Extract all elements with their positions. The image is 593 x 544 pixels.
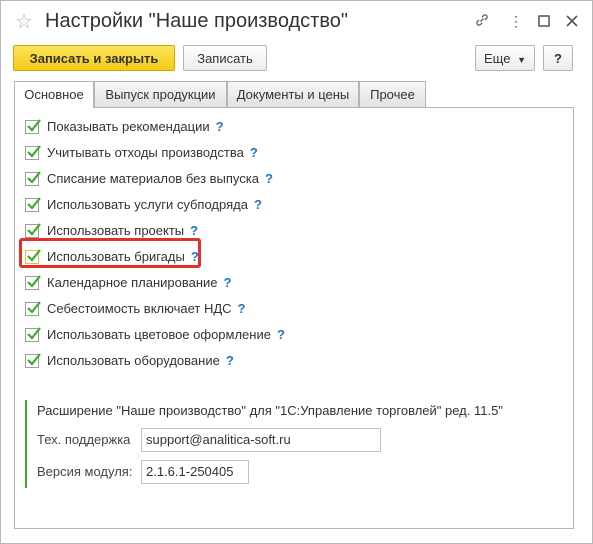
setting-label: Показывать рекомендации bbox=[47, 119, 210, 134]
setting-label: Использовать услуги субподряда bbox=[47, 197, 248, 212]
setting-label: Календарное планирование bbox=[47, 275, 218, 290]
extension-title: Расширение "Наше производство" для "1С:У… bbox=[37, 403, 503, 418]
help-icon[interactable]: ? bbox=[224, 275, 232, 290]
save-and-close-button[interactable]: Записать и закрыть bbox=[13, 45, 175, 71]
support-email-field[interactable]: support@analitica-soft.ru bbox=[141, 428, 381, 452]
checkbox[interactable] bbox=[25, 223, 41, 238]
help-icon[interactable]: ? bbox=[238, 301, 246, 316]
setting-label: Себестоимость включает НДС bbox=[47, 301, 232, 316]
chevron-down-icon: ▼ bbox=[517, 55, 526, 65]
help-icon[interactable]: ? bbox=[250, 145, 258, 160]
save-button[interactable]: Записать bbox=[183, 45, 267, 71]
titlebar: ☆ Настройки "Наше производство" ⋮ bbox=[1, 1, 592, 41]
tab-other[interactable]: Прочее bbox=[359, 81, 426, 107]
star-icon[interactable]: ☆ bbox=[15, 9, 33, 34]
maximize-icon[interactable] bbox=[535, 12, 553, 30]
setting-label: Использовать оборудование bbox=[47, 353, 220, 368]
more-button[interactable]: Еще ▼ bbox=[475, 45, 535, 71]
setting-label: Учитывать отходы производства bbox=[47, 145, 244, 160]
checkbox[interactable] bbox=[25, 275, 41, 290]
checkbox[interactable] bbox=[25, 171, 41, 186]
help-icon[interactable]: ? bbox=[226, 353, 234, 368]
checkbox[interactable] bbox=[25, 145, 41, 160]
tab-documents-prices[interactable]: Документы и цены bbox=[227, 81, 359, 107]
checkbox[interactable] bbox=[25, 301, 41, 316]
checkbox[interactable] bbox=[25, 353, 41, 368]
setting-label: Использовать проекты bbox=[47, 223, 185, 238]
support-label: Тех. поддержка bbox=[37, 432, 131, 447]
checkbox[interactable] bbox=[25, 327, 41, 342]
settings-window: ☆ Настройки "Наше производство" ⋮ Записа… bbox=[0, 0, 593, 544]
link-icon[interactable] bbox=[473, 12, 491, 30]
extension-info: Расширение "Наше производство" для "1С:У… bbox=[25, 400, 567, 488]
window-title: Настройки "Наше производство" bbox=[45, 10, 348, 32]
tab-production-output[interactable]: Выпуск продукции bbox=[94, 81, 227, 107]
version-field[interactable]: 2.1.6.1-250405 bbox=[141, 460, 249, 484]
tab-panel-main: Показывать рекомендации? Учитывать отход… bbox=[14, 107, 574, 529]
help-icon[interactable]: ? bbox=[254, 197, 262, 212]
version-label: Версия модуля: bbox=[37, 464, 133, 479]
help-icon[interactable]: ? bbox=[277, 327, 285, 342]
checkbox[interactable] bbox=[25, 197, 41, 212]
help-icon[interactable]: ? bbox=[216, 119, 224, 134]
setting-label: Использовать цветовое оформление bbox=[47, 327, 271, 342]
tab-main[interactable]: Основное bbox=[14, 81, 94, 108]
highlight-frame bbox=[19, 238, 201, 268]
help-icon[interactable]: ? bbox=[265, 171, 273, 186]
help-icon[interactable]: ? bbox=[190, 223, 198, 238]
help-button[interactable]: ? bbox=[543, 45, 573, 71]
more-button-label: Еще bbox=[484, 51, 511, 66]
close-icon[interactable] bbox=[563, 12, 581, 30]
more-vertical-icon[interactable]: ⋮ bbox=[507, 12, 525, 30]
setting-label: Списание материалов без выпуска bbox=[47, 171, 259, 186]
checkbox[interactable] bbox=[25, 119, 41, 134]
toolbar: Записать и закрыть Записать Еще ▼ ? bbox=[1, 45, 592, 75]
